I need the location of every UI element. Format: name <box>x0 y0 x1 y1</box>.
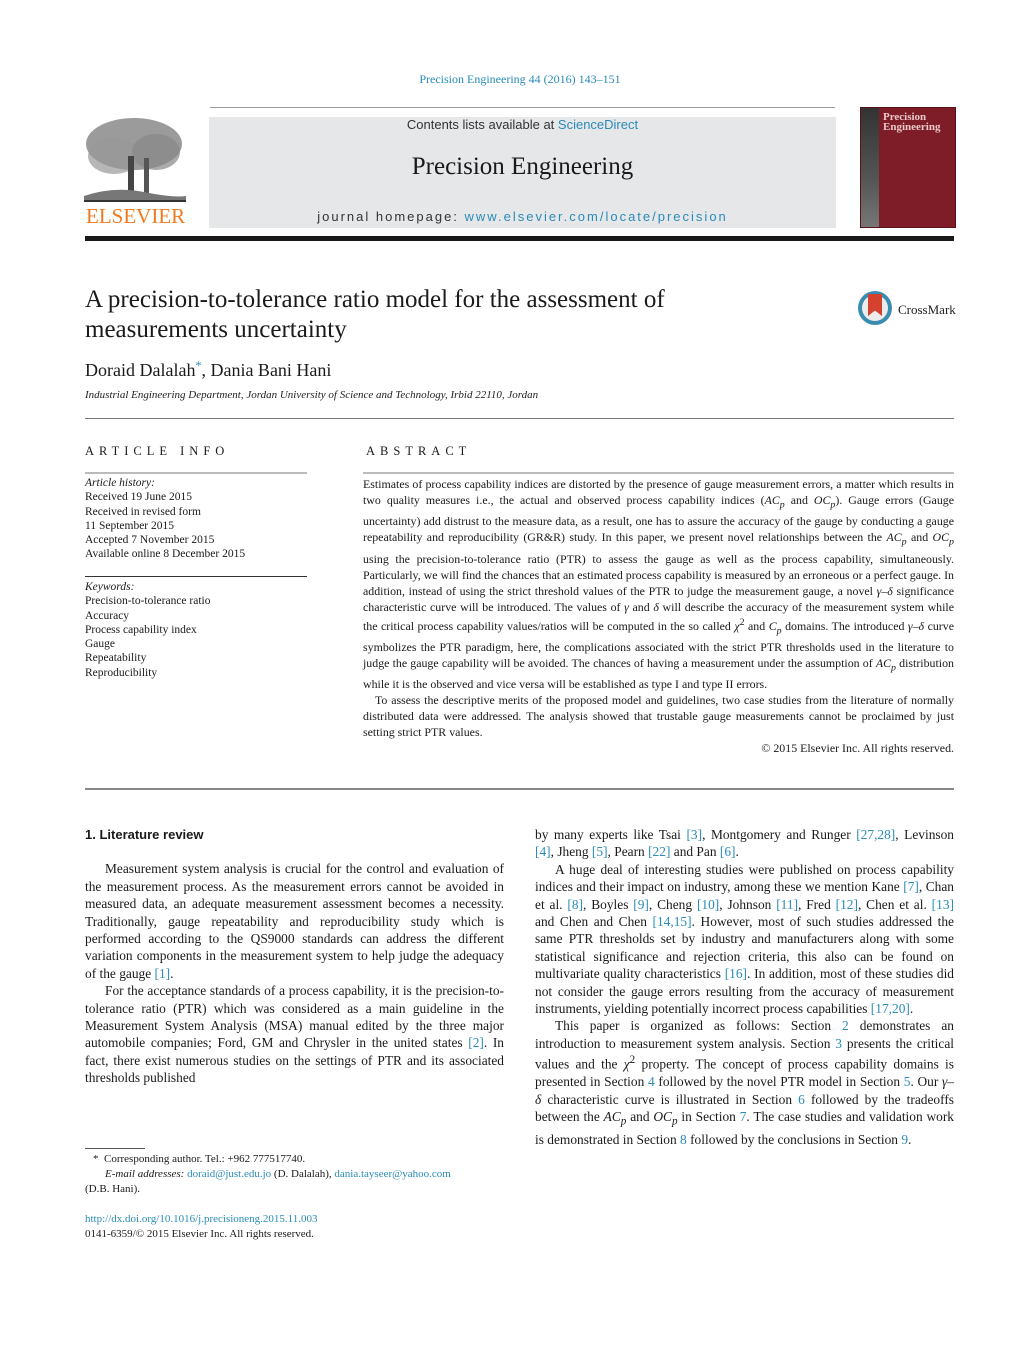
section-link[interactable]: 3 <box>835 1036 842 1051</box>
article-info-rule <box>85 472 307 474</box>
homepage-prefix: journal homepage: <box>317 209 465 224</box>
history-item: 11 September 2015 <box>85 519 175 532</box>
author-name[interactable]: Dania Bani Hani <box>210 360 331 380</box>
section-link[interactable]: 6 <box>798 1092 805 1107</box>
contents-prefix: Contents lists available at <box>406 117 558 132</box>
journal-banner: Contents lists available at ScienceDirec… <box>209 117 836 228</box>
body-column-left: 1. Literature review Measurement system … <box>85 826 504 1087</box>
crossmark-button[interactable]: CrossMark <box>858 291 958 329</box>
corresponding-author-note: * Corresponding author. Tel.: +962 77751… <box>93 1153 306 1165</box>
citation-link[interactable]: [3] <box>686 827 702 842</box>
journal-homepage-line: journal homepage: www.elsevier.com/locat… <box>209 209 836 224</box>
abstract-body: Estimates of process capability indices … <box>363 476 954 756</box>
title-bottom-rule <box>85 418 954 419</box>
keywords: Keywords: Precision-to-tolerance ratio A… <box>85 580 307 680</box>
email-link[interactable]: doraid@just.edu.jo <box>187 1168 271 1180</box>
citation-link[interactable]: [5] <box>592 844 608 859</box>
contents-line: Contents lists available at ScienceDirec… <box>209 117 836 132</box>
article-history-label: Article history: <box>85 477 155 489</box>
journal-homepage-link[interactable]: www.elsevier.com/locate/precision <box>465 209 728 224</box>
journal-cover-thumbnail[interactable]: Precision Engineering <box>860 107 956 228</box>
footnote-rule <box>85 1148 145 1149</box>
citation-link[interactable]: [8] <box>567 897 583 912</box>
body-paragraph: A huge deal of interesting studies were … <box>535 861 954 1017</box>
history-item: Received 19 June 2015 <box>85 491 192 504</box>
cover-title: Precision Engineering <box>883 112 941 133</box>
body-paragraph: For the acceptance standards of a proces… <box>85 983 504 1086</box>
article-info-heading: ARTICLE INFO <box>85 444 230 458</box>
citation-link[interactable]: [22] <box>648 844 670 859</box>
crossmark-icon <box>858 291 892 325</box>
crossmark-label: CrossMark <box>898 302 956 317</box>
issn-copyright: 0141-6359/© 2015 Elsevier Inc. All right… <box>85 1228 314 1240</box>
citation-link[interactable]: [9] <box>633 897 649 912</box>
section-1-heading: 1. Literature review <box>85 827 204 842</box>
section-link[interactable]: 2 <box>842 1018 849 1033</box>
abstract-copyright: © 2015 Elsevier Inc. All rights reserved… <box>761 741 954 756</box>
cover-side-strip <box>861 108 879 227</box>
affiliation: Industrial Engineering Department, Jorda… <box>85 389 539 401</box>
abstract-bottom-rule <box>85 788 954 790</box>
abstract-paragraph-2: To assess the descriptive merits of the … <box>363 693 954 740</box>
journal-reference-link[interactable]: Precision Engineering 44 (2016) 143–151 <box>0 72 1020 87</box>
keyword-item: Process capability index <box>85 623 197 636</box>
email-link[interactable]: dania.tayseer@yahoo.com <box>334 1168 450 1180</box>
journal-title: Precision Engineering <box>411 153 634 180</box>
email-label: E-mail addresses: <box>105 1168 185 1180</box>
cover-title-line2: Engineering <box>883 121 941 133</box>
abstract-rule <box>363 472 954 474</box>
citation-link[interactable]: [7] <box>903 879 919 894</box>
citation-link[interactable]: [4] <box>535 844 551 859</box>
keyword-item: Precision-to-tolerance ratio <box>85 595 211 608</box>
email-owner: (D.B. Hani). <box>85 1183 140 1195</box>
elsevier-logo[interactable]: ELSEVIER <box>84 116 188 228</box>
citation-link[interactable]: [14,15] <box>653 914 692 929</box>
keyword-item: Accuracy <box>85 609 130 622</box>
doi-link[interactable]: http://dx.doi.org/10.1016/j.precisioneng… <box>85 1213 318 1225</box>
citation-link[interactable]: [12] <box>836 897 858 912</box>
keyword-item: Reproducibility <box>85 666 158 679</box>
article-history: Article history: Received 19 June 2015 R… <box>85 476 307 562</box>
header-thick-rule <box>85 236 954 241</box>
sciencedirect-link[interactable]: ScienceDirect <box>558 117 638 132</box>
keywords-rule <box>85 576 307 577</box>
citation-link[interactable]: [27,28] <box>856 827 895 842</box>
footnote: * Corresponding author. Tel.: +962 77751… <box>85 1152 504 1197</box>
citation-link[interactable]: [2] <box>468 1035 484 1050</box>
body-column-right: by many experts like Tsai [3], Montgomer… <box>535 826 954 1148</box>
body-paragraph: Measurement system analysis is crucial f… <box>85 861 504 981</box>
elsevier-tree-icon <box>84 116 186 202</box>
citation-link[interactable]: [17,20] <box>871 1001 910 1016</box>
history-item: Received in revised form <box>85 505 201 518</box>
history-item: Available online 8 December 2015 <box>85 548 246 561</box>
header-top-rule <box>210 107 835 108</box>
elsevier-wordmark: ELSEVIER <box>86 204 186 228</box>
article-title: A precision-to-tolerance ratio model for… <box>85 286 665 343</box>
body-paragraph: This paper is organized as follows: Sect… <box>535 1018 955 1148</box>
citation-link[interactable]: [11] <box>776 897 798 912</box>
email-line: E-mail addresses: doraid@just.edu.jo (D.… <box>105 1168 451 1180</box>
citation-link[interactable]: [6] <box>720 844 736 859</box>
section-link[interactable]: 8 <box>680 1132 687 1147</box>
keyword-item: Repeatability <box>85 652 147 665</box>
body-paragraph: by many experts like Tsai [3], Montgomer… <box>535 827 954 860</box>
abstract-heading: ABSTRACT <box>366 444 472 458</box>
keywords-label: Keywords: <box>85 581 135 593</box>
citation-link[interactable]: [1] <box>155 966 171 981</box>
section-link[interactable]: 4 <box>648 1074 655 1089</box>
keyword-item: Gauge <box>85 638 116 651</box>
doi-block: http://dx.doi.org/10.1016/j.precisioneng… <box>85 1212 318 1242</box>
history-item: Accepted 7 November 2015 <box>85 534 215 547</box>
abstract-paragraph-1: Estimates of process capability indices … <box>363 477 954 692</box>
citation-link[interactable]: [13] <box>932 897 954 912</box>
author-name[interactable]: Doraid Dalalah <box>85 360 195 380</box>
citation-link[interactable]: [10] <box>697 897 719 912</box>
author-list: Doraid Dalalah*, Dania Bani Hani <box>85 358 331 381</box>
citation-link[interactable]: [16] <box>725 966 747 981</box>
